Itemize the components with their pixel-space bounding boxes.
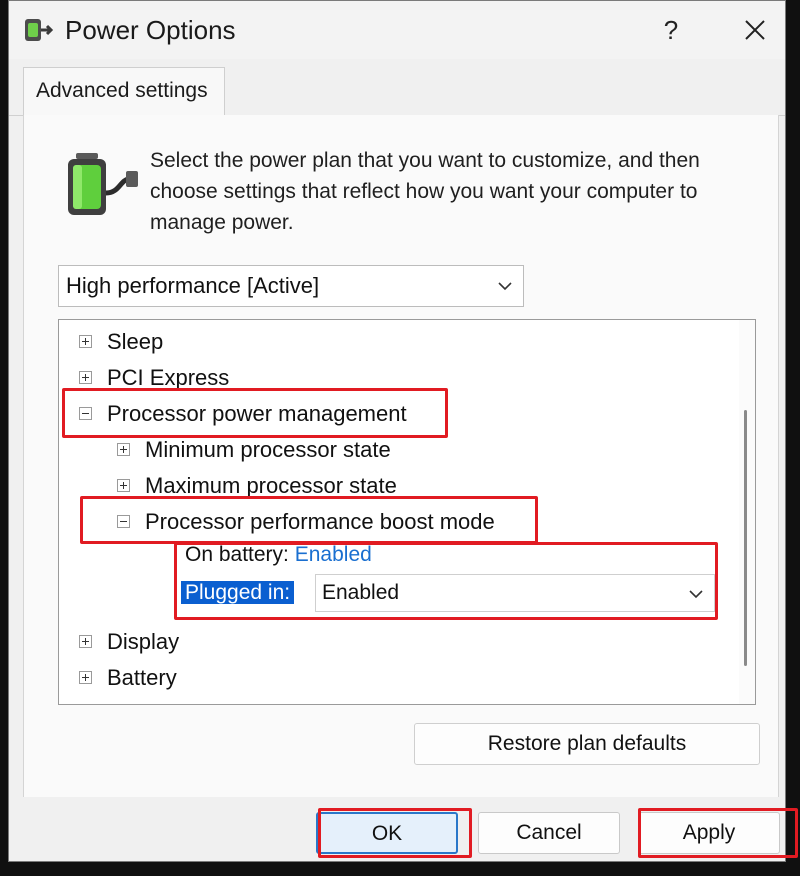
tree-item-label: Sleep [107,329,164,354]
minus-box-icon[interactable] [117,514,130,528]
on-battery-value[interactable]: Enabled [295,543,372,566]
plugged-in-label: Plugged in: [181,581,295,604]
close-icon [745,20,765,40]
tree-item-label: Processor performance boost mode [145,509,495,534]
help-icon: ? [663,15,679,45]
power-options-window: Power Options ? Advanced settings Select… [8,0,786,862]
tree-item-display[interactable]: Display [79,624,179,660]
on-battery-setting[interactable]: On battery: Enabled [185,540,372,570]
plus-box-icon[interactable] [117,478,130,492]
help-button[interactable]: ? [651,11,691,49]
plugged-in-dropdown[interactable]: Enabled [315,574,715,612]
minus-box-icon[interactable] [79,406,92,420]
battery-plug-icon [68,153,138,215]
chevron-down-icon [498,282,512,291]
advanced-settings-panel: Select the power plan that you want to c… [23,115,779,797]
plus-box-icon[interactable] [117,442,130,456]
restore-plan-defaults-button[interactable]: Restore plan defaults [414,723,760,765]
window-title: Power Options [65,15,236,45]
scrollbar-thumb[interactable] [744,410,747,666]
tree-item-label: PCI Express [107,365,230,390]
power-plan-value: High performance [Active] [66,273,320,298]
intro-text: Select the power plan that you want to c… [150,149,700,234]
power-plan-dropdown[interactable]: High performance [Active] [58,265,524,307]
tree-item-pci-express[interactable]: PCI Express [79,360,229,396]
apply-button[interactable]: Apply [638,812,780,854]
tree-item-label: Battery [107,665,177,690]
title-bar: Power Options ? [9,1,785,59]
plugged-in-value: Enabled [322,581,400,604]
tree-item-minimum-processor-state[interactable]: Minimum processor state [117,432,391,468]
cancel-button[interactable]: Cancel [478,812,620,854]
plus-box-icon[interactable] [79,670,92,684]
tree-item-label: Maximum processor state [145,473,397,498]
tree-item-battery[interactable]: Battery [79,660,177,696]
tab-advanced-settings[interactable]: Advanced settings [23,67,225,115]
plus-box-icon[interactable] [79,634,92,648]
tree-item-processor-power-management[interactable]: Processor power management [79,396,407,432]
tree-item-label: Processor power management [107,401,407,426]
settings-tree[interactable]: Sleep PCI Express Processor power manage… [58,319,756,705]
power-options-icon [25,19,54,41]
plus-box-icon[interactable] [79,370,92,384]
close-button[interactable] [735,11,775,49]
plus-box-icon[interactable] [79,334,92,348]
tree-item-processor-performance-boost-mode[interactable]: Processor performance boost mode [117,504,495,540]
tree-item-label: Display [107,629,180,654]
tree-item-sleep[interactable]: Sleep [79,324,163,360]
tab-strip: Advanced settings [9,67,785,116]
chevron-down-icon [689,590,703,599]
tree-item-label: Minimum processor state [145,437,391,462]
ok-button[interactable]: OK [316,812,458,854]
on-battery-label: On battery: [185,543,289,566]
tree-item-maximum-processor-state[interactable]: Maximum processor state [117,468,397,504]
scrollbar-track[interactable] [739,320,755,704]
plugged-in-setting: Plugged in: [181,578,295,608]
